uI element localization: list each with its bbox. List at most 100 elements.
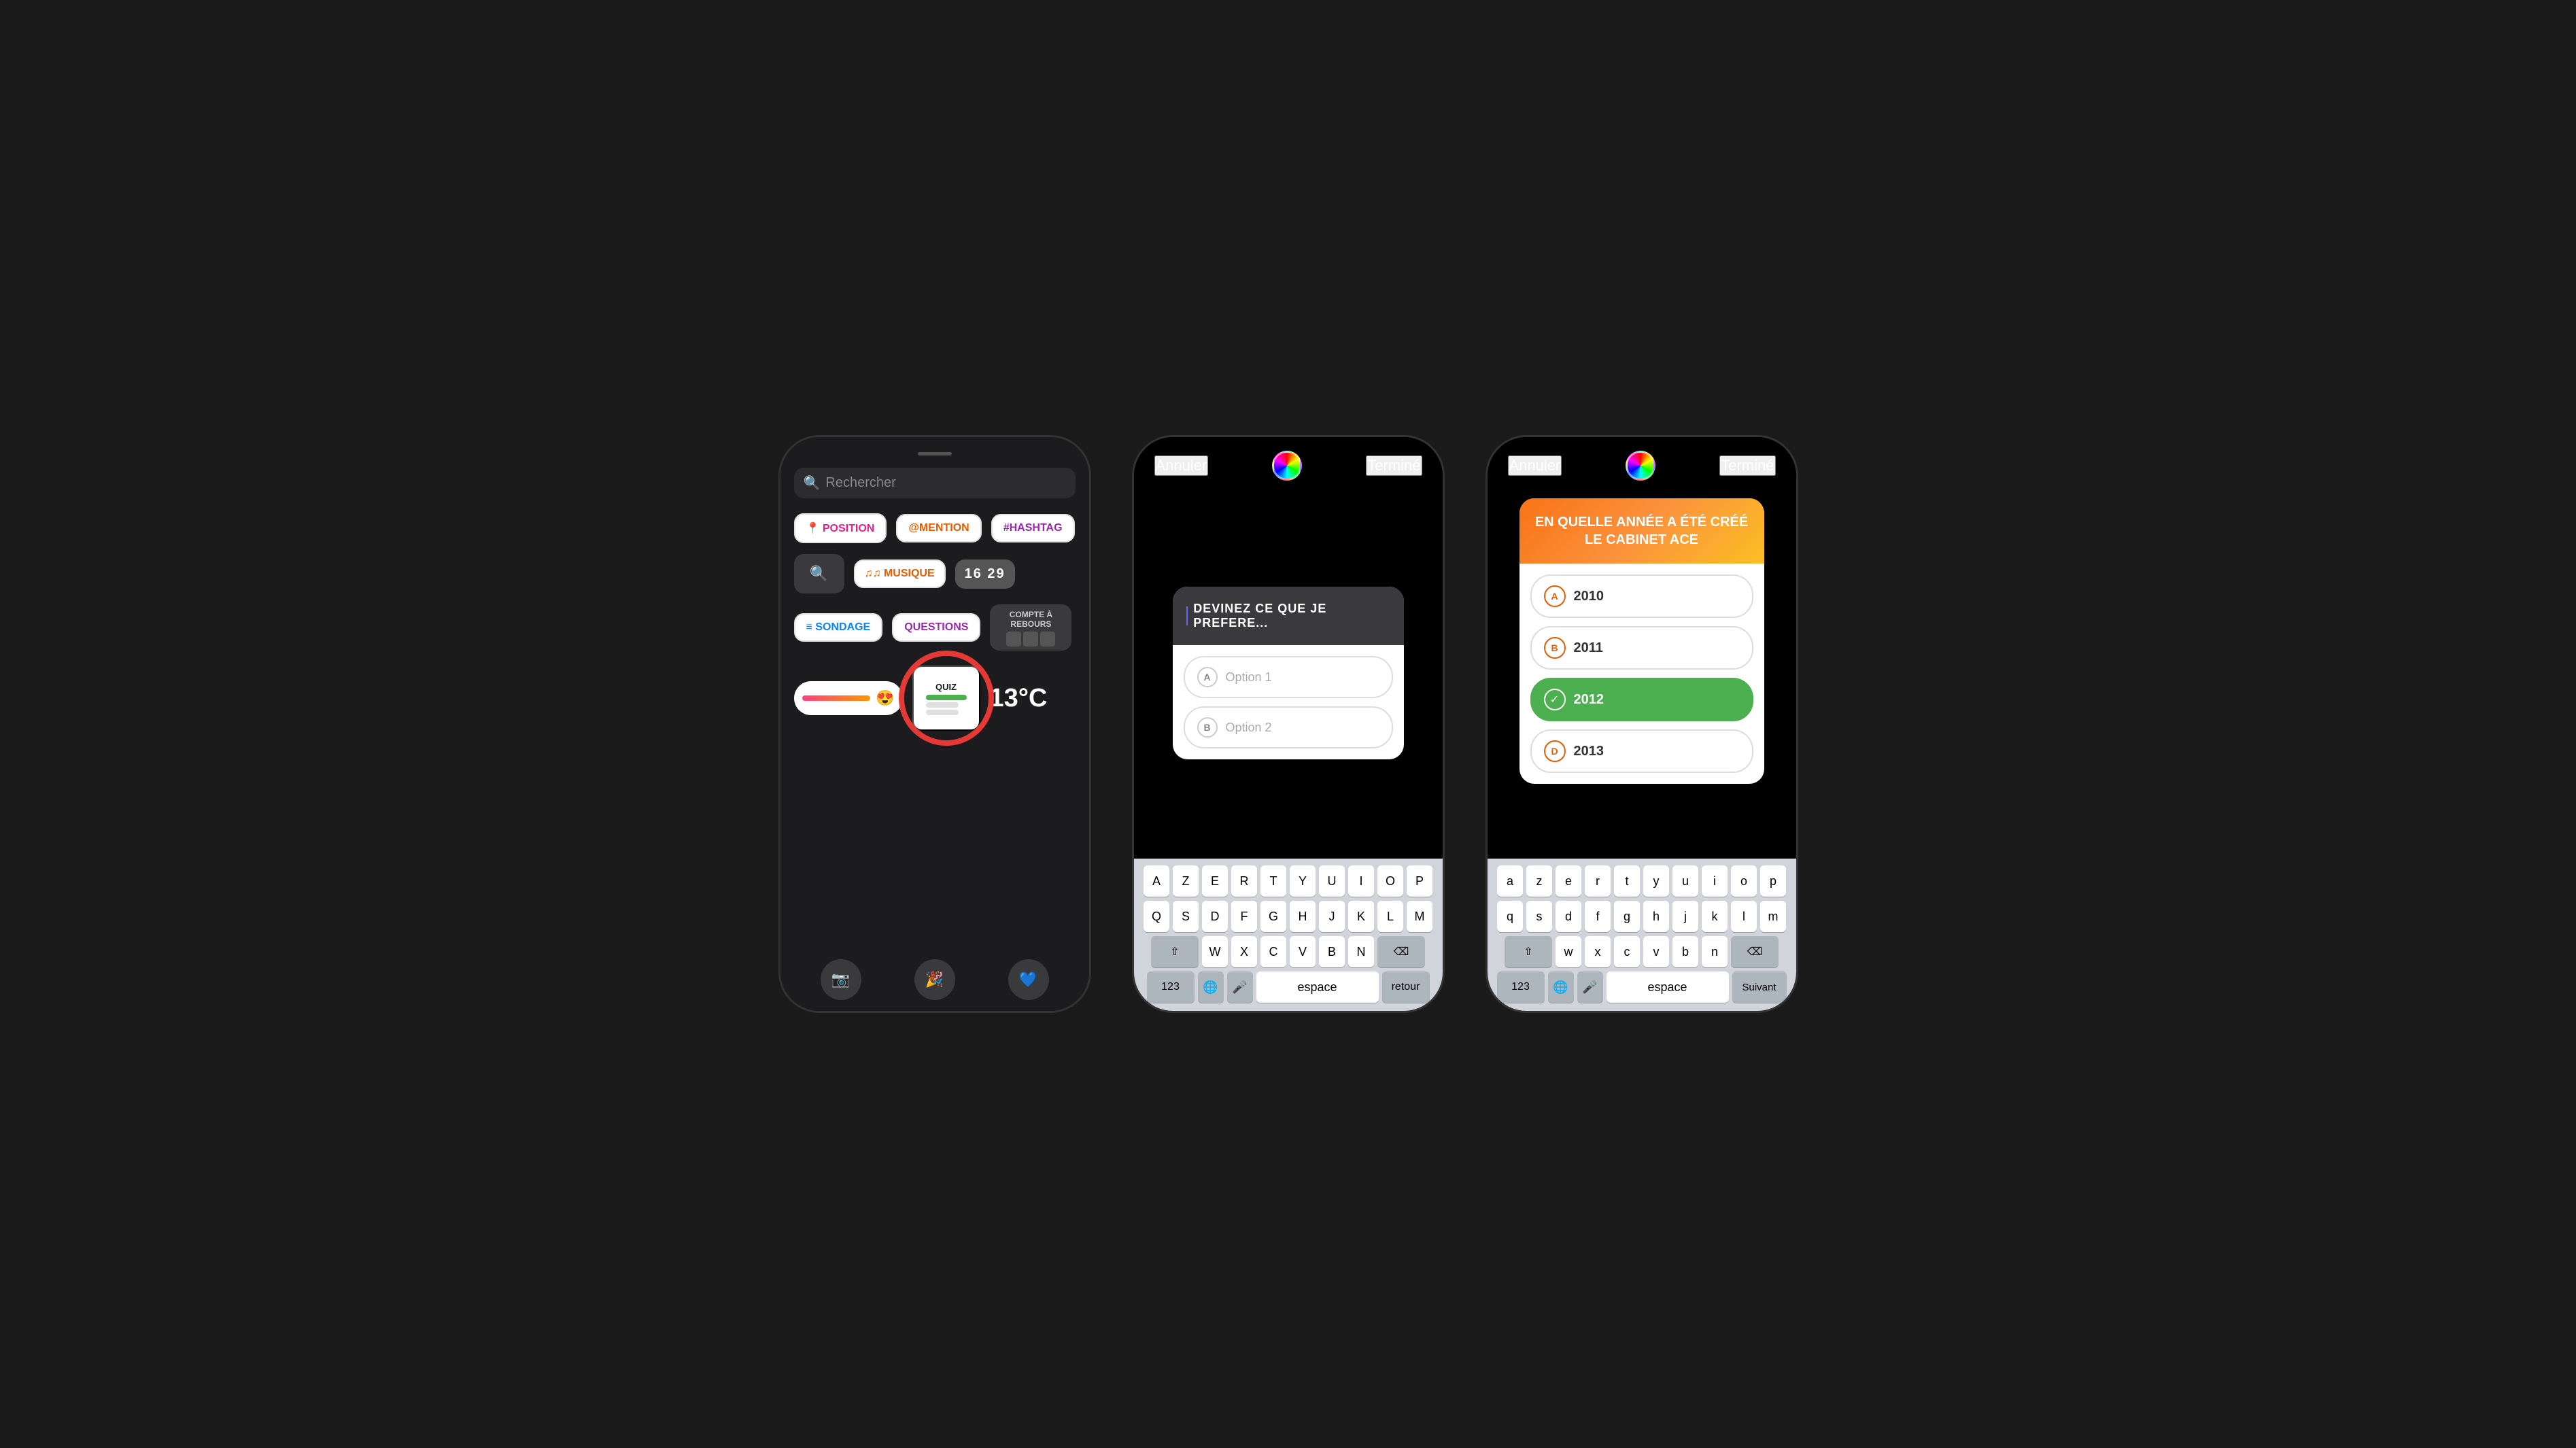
color-wheel-3[interactable] <box>1626 451 1655 481</box>
key-z[interactable]: Z <box>1173 865 1199 897</box>
key3-v[interactable]: v <box>1643 936 1669 967</box>
key3-suivant[interactable]: Suivant <box>1732 971 1787 1003</box>
key3-l[interactable]: l <box>1731 901 1757 932</box>
cancel-button-3[interactable]: Annuler <box>1508 455 1562 476</box>
key-h[interactable]: H <box>1290 901 1316 932</box>
key3-n[interactable]: n <box>1702 936 1728 967</box>
key-m[interactable]: M <box>1407 901 1432 932</box>
key-v[interactable]: V <box>1290 936 1316 967</box>
key-r[interactable]: R <box>1231 865 1257 897</box>
key-123[interactable]: 123 <box>1147 971 1195 1003</box>
key3-space[interactable]: espace <box>1607 971 1729 1003</box>
key3-o[interactable]: o <box>1731 865 1757 897</box>
music-sticker[interactable]: ♫♫ MUSIQUE <box>854 559 946 588</box>
search-icon: 🔍 <box>804 475 821 492</box>
key-n[interactable]: N <box>1348 936 1374 967</box>
key3-123[interactable]: 123 <box>1497 971 1545 1003</box>
key-globe[interactable]: 🌐 <box>1198 971 1224 1003</box>
questions-sticker[interactable]: QUESTIONS <box>892 613 980 642</box>
done-button-3[interactable]: Terminé <box>1719 455 1775 476</box>
answer-option-a[interactable]: A 2010 <box>1530 574 1753 618</box>
key3-shift[interactable]: ⇧ <box>1505 936 1552 967</box>
key3-c[interactable]: c <box>1614 936 1640 967</box>
answer-option-d[interactable]: D 2013 <box>1530 729 1753 773</box>
key3-e[interactable]: e <box>1556 865 1581 897</box>
key-b[interactable]: B <box>1319 936 1345 967</box>
key3-g[interactable]: g <box>1614 901 1640 932</box>
key3-globe[interactable]: 🌐 <box>1548 971 1574 1003</box>
key3-m[interactable]: m <box>1760 901 1786 932</box>
key-q[interactable]: Q <box>1144 901 1169 932</box>
key-space[interactable]: espace <box>1256 971 1379 1003</box>
key-i[interactable]: I <box>1348 865 1374 897</box>
answer-letter-d: D <box>1544 740 1566 762</box>
key-w[interactable]: W <box>1202 936 1228 967</box>
key-e[interactable]: E <box>1202 865 1228 897</box>
sticker-heart-icon[interactable]: 💙 <box>1008 959 1049 1000</box>
key-x[interactable]: X <box>1231 936 1257 967</box>
key-s[interactable]: S <box>1173 901 1199 932</box>
key3-u[interactable]: u <box>1672 865 1698 897</box>
key-shift[interactable]: ⇧ <box>1151 936 1199 967</box>
key3-mic[interactable]: 🎤 <box>1577 971 1603 1003</box>
key-d[interactable]: D <box>1202 901 1228 932</box>
sticker-emoji-icon[interactable]: 🎉 <box>914 959 955 1000</box>
key3-b[interactable]: b <box>1672 936 1698 967</box>
key3-f[interactable]: f <box>1585 901 1611 932</box>
position-sticker[interactable]: 📍 POSITION <box>794 513 887 543</box>
temperature-sticker[interactable]: 13°C <box>990 684 1048 713</box>
countdown-sticker[interactable]: COMPTE À REBOURS <box>990 604 1071 651</box>
done-button[interactable]: Terminé <box>1366 455 1422 476</box>
key3-r[interactable]: r <box>1585 865 1611 897</box>
key-backspace[interactable]: ⌫ <box>1377 936 1425 967</box>
key-a[interactable]: A <box>1144 865 1169 897</box>
answer-option-c[interactable]: ✓ 2012 <box>1530 678 1753 721</box>
key-j[interactable]: J <box>1319 901 1345 932</box>
key-u[interactable]: U <box>1319 865 1345 897</box>
key3-t[interactable]: t <box>1614 865 1640 897</box>
key-o[interactable]: O <box>1377 865 1403 897</box>
key3-j[interactable]: j <box>1672 901 1698 932</box>
color-wheel[interactable] <box>1272 451 1302 481</box>
hashtag-sticker[interactable]: #HASHTAG <box>991 514 1075 542</box>
key-y[interactable]: Y <box>1290 865 1316 897</box>
key-f[interactable]: F <box>1231 901 1257 932</box>
key3-p[interactable]: p <box>1760 865 1786 897</box>
answer-option-b[interactable]: B 2011 <box>1530 626 1753 670</box>
kb3-row-4: 123 🌐 🎤 espace Suivant <box>1490 971 1793 1003</box>
kb-row-1: A Z E R T Y U I O P <box>1137 865 1440 897</box>
quiz-question-area[interactable]: DEVINEZ CE QUE JE PREFERE... <box>1173 587 1404 645</box>
sondage-sticker[interactable]: ≡ SONDAGE <box>794 613 883 642</box>
key-k[interactable]: K <box>1348 901 1374 932</box>
key-l[interactable]: L <box>1377 901 1403 932</box>
key3-x[interactable]: x <box>1585 936 1611 967</box>
key3-k[interactable]: k <box>1702 901 1728 932</box>
key3-backspace[interactable]: ⌫ <box>1731 936 1779 967</box>
key3-z[interactable]: z <box>1526 865 1552 897</box>
slider-sticker[interactable]: 😍 <box>794 681 903 715</box>
search-bar[interactable]: 🔍 Rechercher <box>794 468 1076 498</box>
key3-w[interactable]: w <box>1556 936 1581 967</box>
key-c[interactable]: C <box>1260 936 1286 967</box>
quiz-option-a[interactable]: A Option 1 <box>1184 656 1393 698</box>
key-g[interactable]: G <box>1260 901 1286 932</box>
key-p[interactable]: P <box>1407 865 1432 897</box>
key-t[interactable]: T <box>1260 865 1286 897</box>
sticker-row-3: ≡ SONDAGE QUESTIONS COMPTE À REBOURS <box>794 604 1076 651</box>
sticker-camera-icon[interactable]: 📷 <box>821 959 861 1000</box>
time-sticker[interactable]: 16 29 <box>955 559 1015 589</box>
quiz-sticker[interactable]: QUIZ <box>912 666 980 731</box>
key3-d[interactable]: d <box>1556 901 1581 932</box>
mention-sticker[interactable]: @MENTION <box>896 514 981 542</box>
key3-i[interactable]: i <box>1702 865 1728 897</box>
key3-s[interactable]: s <box>1526 901 1552 932</box>
key3-y[interactable]: y <box>1643 865 1669 897</box>
key-return[interactable]: retour <box>1382 971 1430 1003</box>
key3-q[interactable]: q <box>1497 901 1523 932</box>
key3-h[interactable]: h <box>1643 901 1669 932</box>
cancel-button[interactable]: Annuler <box>1154 455 1209 476</box>
quiz-option-b[interactable]: B Option 2 <box>1184 706 1393 748</box>
key3-a[interactable]: a <box>1497 865 1523 897</box>
search-sticker-box[interactable]: 🔍 <box>794 554 844 593</box>
key-mic[interactable]: 🎤 <box>1227 971 1253 1003</box>
